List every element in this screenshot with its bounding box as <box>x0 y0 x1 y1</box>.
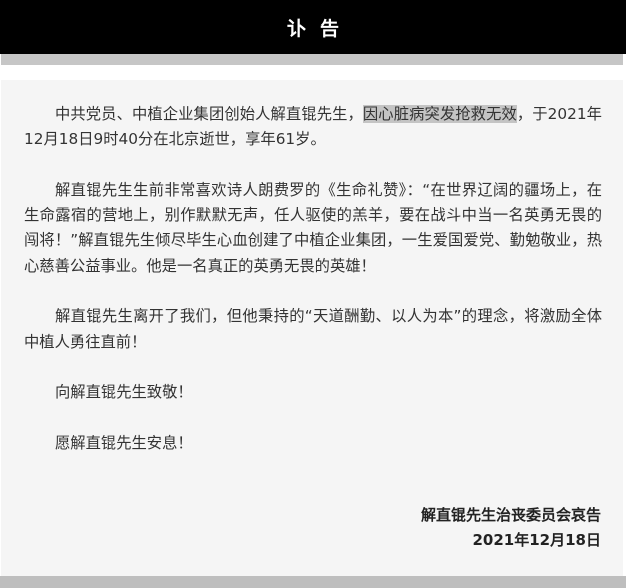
signature-date: 2021年12月18日 <box>472 531 602 549</box>
paragraph-5: 愿解直锟先生安息！ <box>55 433 193 452</box>
bottom-band <box>0 576 626 588</box>
signature-org: 解直锟先生治丧委员会哀告 <box>420 506 601 524</box>
divider-band <box>1 54 623 65</box>
paragraph-3: 解直锟先生离开了我们，但他秉持的“天道酬勤、以人为本”的理念，将激励全体中植人勇… <box>24 307 602 351</box>
text: 中共党员、中植企业集团创始人解直锟先生， <box>55 105 363 123</box>
paragraph-4: 向解直锟先生致敬！ <box>55 383 193 402</box>
page-title: 讣告 <box>286 17 353 40</box>
paragraph-2: 解直锟先生生前非常喜欢诗人朗费罗的《生命礼赞》：“在世界辽阔的疆场上，在生命露宿… <box>24 180 602 275</box>
highlighted-text: 因心脏病突发抢救无效 <box>362 105 517 123</box>
obituary-body: 中共党员、中植企业集团创始人解直锟先生，因心脏病突发抢救无效，于2021年12月… <box>24 102 602 481</box>
signature-block: 解直锟先生治丧委员会哀告 2021年12月18日 <box>421 503 601 553</box>
paragraph-1: 中共党员、中植企业集团创始人解直锟先生，因心脏病突发抢救无效，于2021年12月… <box>24 102 602 153</box>
title-bar: 讣告 <box>0 0 626 54</box>
